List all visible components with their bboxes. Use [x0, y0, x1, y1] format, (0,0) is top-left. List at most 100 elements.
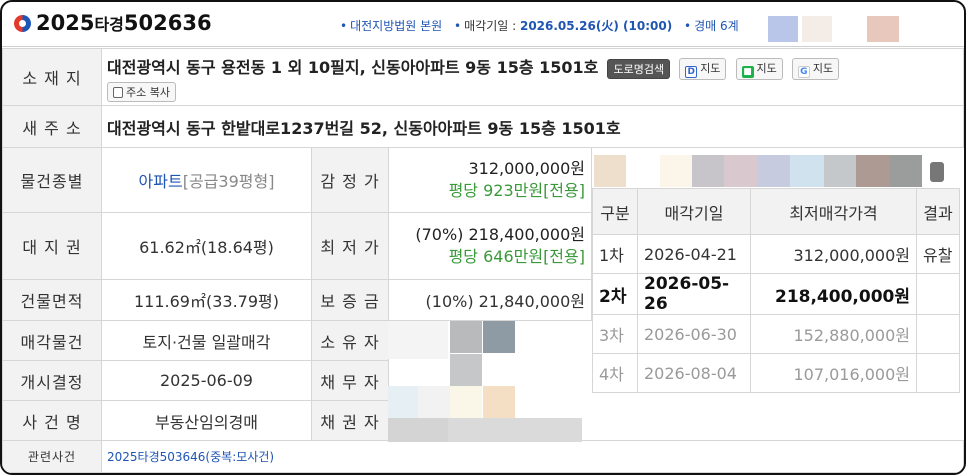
- auction-detail-panel: 2025타경502636 • 대전지방법원 본원 • 매각기일 : 2026.05.…: [0, 0, 966, 475]
- sale-object-value: 토지·건물 일괄매각: [101, 320, 312, 361]
- property-type-cell: 아파트 [공급39평형]: [101, 147, 312, 213]
- column-header: 최저매각가격: [750, 188, 917, 235]
- new-address-cell: 대전광역시 동구 한밭대로1237번길 52, 신동아아파트 9동 15층 15…: [101, 105, 964, 148]
- label-owner: 소 유 자: [311, 320, 389, 361]
- redacted-area: [890, 155, 922, 187]
- table-row: 1차 2026-04-21 312,000,000원 유찰: [592, 234, 960, 274]
- redacted-area: [867, 16, 899, 42]
- redacted-area: [594, 155, 626, 187]
- redacted-area: [660, 155, 692, 187]
- deposit-value: (10%) 21,840,000원: [388, 279, 592, 321]
- label-case-name: 사 건 명: [2, 400, 102, 441]
- road-search-button[interactable]: 도로명검색: [607, 58, 671, 79]
- related-case-cell: 2025타경503646(중복:모사건): [101, 440, 964, 473]
- redacted-area: [824, 155, 856, 187]
- redacted-area: [930, 162, 944, 182]
- google-icon: G: [797, 65, 810, 78]
- label-sale-object: 매각물건: [2, 320, 102, 361]
- label-related-case: 관련사건: [2, 440, 102, 473]
- result-cell: [916, 314, 960, 354]
- redacted-area: [724, 155, 758, 187]
- date-cell: 2026-05-26: [637, 273, 751, 315]
- price-cell: 312,000,000원: [750, 234, 917, 274]
- case-name-value: 부동산임의경매: [101, 400, 312, 441]
- column-header: 구분: [592, 188, 638, 235]
- minimum-per-pyeong: 평당 646만원[전용]: [448, 247, 585, 266]
- land-right-value: 61.62㎡(18.64평): [101, 212, 312, 280]
- header-info: • 대전지방법원 본원 • 매각기일 : 2026.05.26(火) (10:00)…: [340, 19, 739, 33]
- redacted-area: [483, 386, 515, 418]
- redacted-area: [450, 354, 482, 386]
- label-minimum: 최 저 가: [311, 212, 389, 280]
- auction-rounds-table: 구분 매각기일 최저매각가격 결과 1차 2026-04-21 312,000,…: [592, 188, 960, 393]
- appraisal-cell: 312,000,000원평당 923만원[전용]: [388, 147, 592, 213]
- column-header: 결과: [916, 188, 960, 235]
- appraisal-per-pyeong: 평당 923만원[전용]: [448, 181, 585, 200]
- redacted-area: [692, 155, 724, 187]
- label-appraisal: 감 정 가: [311, 147, 389, 213]
- building-area-value: 111.69㎡(33.79평): [101, 279, 312, 321]
- related-case-link[interactable]: 2025타경503646(중복:모사건): [107, 448, 274, 465]
- price-cell: 107,016,000원: [750, 353, 917, 393]
- table-header-row: 구분 매각기일 최저매각가격 결과: [592, 188, 960, 235]
- daum-map-button[interactable]: D 지도: [679, 57, 727, 80]
- case-number: 2025타경502636: [36, 11, 212, 35]
- redacted-area: [448, 418, 582, 442]
- round-cell: 1차: [592, 234, 638, 274]
- daum-icon: D: [685, 65, 698, 78]
- redacted-area: [388, 321, 448, 359]
- appraisal-value: 312,000,000원: [468, 159, 585, 178]
- label-new-address: 새 주 소: [2, 105, 102, 148]
- property-size: [공급39평형]: [182, 172, 275, 191]
- court-logo-icon: [14, 15, 31, 32]
- location-address: 대전광역시 동구 용전동 1 외 10필지, 신동아아파트 9동 15층 150…: [107, 58, 599, 77]
- label-land-right: 대 지 권: [2, 212, 102, 280]
- price-cell: 218,400,000원: [750, 273, 917, 315]
- google-map-button[interactable]: G 지도: [791, 57, 840, 80]
- date-cell: 2026-06-30: [637, 314, 751, 354]
- header-bar: 2025타경502636 • 대전지방법원 본원 • 매각기일 : 2026.05.…: [2, 2, 964, 47]
- naver-map-button[interactable]: ■ 지도: [735, 57, 783, 80]
- label-building-area: 건물면적: [2, 279, 102, 321]
- redacted-area: [450, 386, 482, 418]
- minimum-value: (70%) 218,400,000원: [415, 225, 585, 244]
- redacted-area: [450, 321, 482, 353]
- round-cell: 3차: [592, 314, 638, 354]
- redacted-area: [388, 418, 448, 442]
- table-row: 4차 2026-08-04 107,016,000원: [592, 353, 960, 393]
- location-cell: 대전광역시 동구 용전동 1 외 10필지, 신동아아파트 9동 15층 150…: [101, 48, 964, 106]
- redacted-area: [802, 16, 832, 42]
- round-cell: 4차: [592, 353, 638, 393]
- redacted-area: [768, 16, 798, 42]
- redacted-area: [418, 386, 450, 418]
- copy-address-button[interactable]: 주소 복사: [107, 82, 176, 102]
- new-address: 대전광역시 동구 한밭대로1237번길 52, 신동아아파트 9동 15층 15…: [107, 118, 621, 138]
- result-cell: [916, 353, 960, 393]
- label-debtor: 채 무 자: [311, 360, 389, 401]
- label-deposit: 보 증 금: [311, 279, 389, 321]
- table-row: 3차 2026-06-30 152,880,000원: [592, 314, 960, 354]
- date-cell: 2026-04-21: [637, 234, 751, 274]
- result-cell: 유찰: [916, 234, 960, 274]
- copy-icon: [113, 87, 123, 98]
- column-header: 매각기일: [637, 188, 751, 235]
- label-start-decision: 개시결정: [2, 360, 102, 401]
- court-name: 대전지방법원 본원: [350, 19, 443, 33]
- property-type: 아파트: [138, 172, 183, 191]
- redacted-area: [856, 155, 890, 187]
- label-creditor: 채 권 자: [311, 400, 389, 441]
- redacted-area: [388, 386, 418, 418]
- start-decision-value: 2025-06-09: [101, 360, 312, 401]
- table-row-current: 2차 2026-05-26 218,400,000원: [592, 273, 960, 315]
- price-cell: 152,880,000원: [750, 314, 917, 354]
- sale-date-label: 매각기일 :: [464, 19, 520, 33]
- label-location: 소 재 지: [2, 48, 102, 106]
- redacted-area: [758, 155, 790, 187]
- date-cell: 2026-08-04: [637, 353, 751, 393]
- round-cell: 2차: [592, 273, 638, 315]
- result-cell: [916, 273, 960, 315]
- naver-icon: ■: [741, 65, 754, 78]
- auction-dept: 경매 6계: [694, 19, 739, 33]
- sale-date: 2026.05.26(火) (10:00): [519, 19, 673, 33]
- redacted-area: [483, 321, 515, 353]
